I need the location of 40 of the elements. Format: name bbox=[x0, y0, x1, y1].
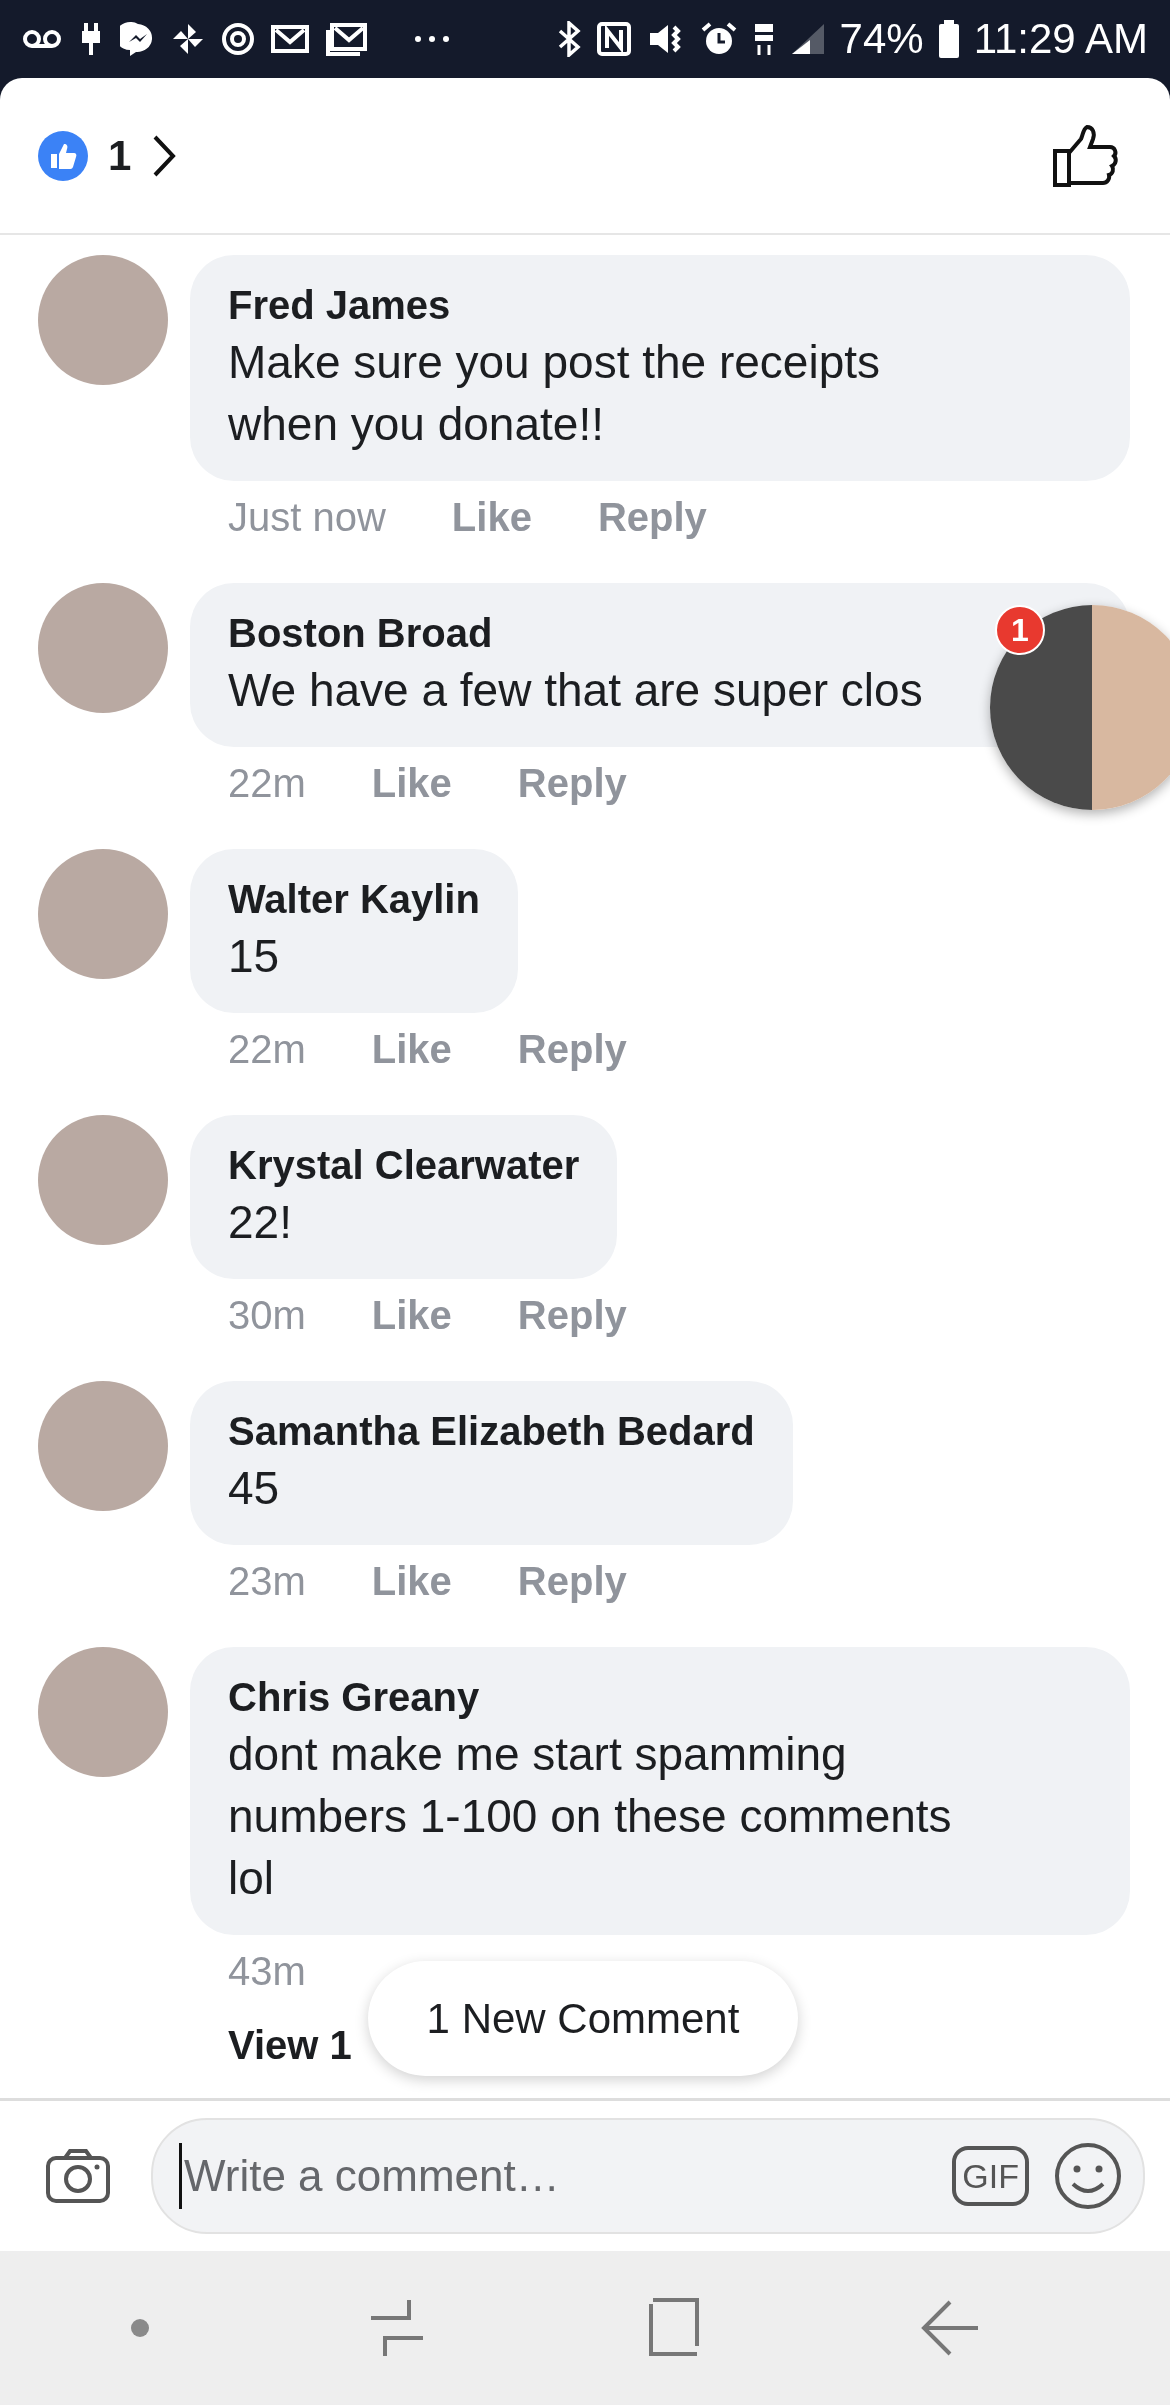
chevron-right-icon[interactable] bbox=[151, 133, 178, 178]
comment-time: 30m bbox=[228, 1292, 306, 1338]
back-icon[interactable] bbox=[920, 2300, 981, 2356]
mail-stack-icon bbox=[324, 22, 368, 56]
author-name[interactable]: Krystal Clearwater bbox=[228, 1139, 580, 1191]
mail-icon bbox=[270, 23, 310, 55]
author-name[interactable]: Fred James bbox=[228, 279, 451, 331]
comment-time: Just now bbox=[228, 494, 386, 540]
comment-text: Make sure you post the receipts when you donate!! bbox=[228, 335, 880, 452]
view-replies-link[interactable]: View 1 bbox=[228, 2023, 352, 2068]
reaction-count[interactable]: 1 bbox=[108, 131, 132, 180]
author-name[interactable]: Samantha Elizabeth Bedard bbox=[228, 1405, 755, 1457]
nfc-icon bbox=[595, 21, 632, 57]
new-comment-toast[interactable]: 1 New Comment bbox=[368, 1961, 798, 2076]
text-cursor bbox=[179, 2143, 182, 2209]
comment-time: 43m bbox=[228, 1948, 306, 1994]
chat-head-photo-placeholder[interactable] bbox=[990, 605, 1170, 810]
comment-time: 22m bbox=[228, 1026, 306, 1072]
emoji-icon[interactable] bbox=[1053, 2141, 1123, 2211]
battery-icon bbox=[937, 20, 960, 58]
comment-time: 22m bbox=[228, 760, 306, 806]
alarm-icon bbox=[699, 21, 738, 57]
dot-icon[interactable] bbox=[129, 2318, 150, 2338]
clock-time: 11:29 AM bbox=[973, 15, 1148, 63]
more-dots-icon bbox=[412, 34, 452, 44]
recent-apps-icon[interactable] bbox=[369, 2298, 426, 2358]
comment-time: 23m bbox=[228, 1558, 306, 1604]
camera-icon[interactable] bbox=[45, 2148, 111, 2204]
gif-button[interactable]: GIF bbox=[952, 2146, 1029, 2206]
author-name[interactable]: Chris Greany bbox=[228, 1671, 480, 1723]
comment-text: dont make me start spamming numbers 1-100 on these comments lol bbox=[228, 1727, 952, 1906]
comment-input-field[interactable]: Write a comment… GIF bbox=[151, 2118, 1145, 2234]
battery-percentage: 74% bbox=[839, 15, 924, 63]
comment-text: 45 bbox=[228, 1461, 280, 1516]
author-name[interactable]: Boston Broad bbox=[228, 607, 493, 659]
comment-text: We have a few that are super clos bbox=[228, 663, 923, 718]
comment-text: 22! bbox=[228, 1195, 292, 1250]
like-reaction-icon bbox=[38, 130, 88, 181]
author-name[interactable]: Walter Kaylin bbox=[228, 873, 480, 925]
comment-text: 15 bbox=[228, 929, 280, 984]
